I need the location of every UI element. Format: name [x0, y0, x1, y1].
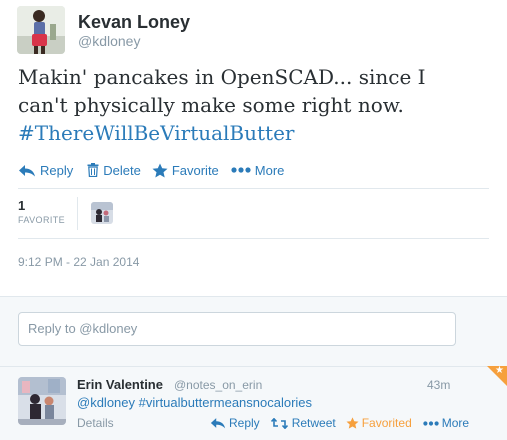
favorite-count[interactable]: 1	[18, 198, 25, 213]
retweet-label: Retweet	[291, 416, 336, 430]
author-handle[interactable]: @kdloney	[78, 33, 140, 49]
favorited-label: Favorited	[361, 416, 412, 430]
favorited-corner-star-icon: ★	[495, 365, 504, 376]
more-button[interactable]: More	[231, 162, 285, 178]
reply-input[interactable]: Reply to @kdloney	[18, 312, 456, 346]
reply-tweet-actions: Reply Retweet Favorited More	[210, 415, 469, 431]
reply-tweet-reply-button[interactable]: Reply	[210, 416, 260, 430]
reply-author-name[interactable]: Erin Valentine	[77, 377, 163, 392]
reply-author-handle[interactable]: @notes_on_erin	[174, 378, 262, 392]
more-dots-icon	[423, 420, 439, 426]
author-avatar[interactable]	[17, 6, 65, 54]
reply-icon	[210, 418, 226, 429]
reply-text[interactable]: @kdloney #virtualbuttermeansnocalories	[77, 395, 312, 410]
more-dots-icon	[231, 167, 251, 173]
tweet-hashtag-link[interactable]: #ThereWillBeVirtualButter	[18, 119, 498, 147]
tweet-text-line-2: can't physically make some right now.	[18, 93, 404, 117]
delete-label: Delete	[103, 162, 141, 178]
reply-details-link[interactable]: Details	[77, 416, 114, 430]
star-icon	[346, 417, 359, 429]
reply-label: Reply	[40, 162, 74, 178]
reply-icon	[19, 164, 35, 176]
author-name[interactable]: Kevan Loney	[78, 12, 190, 33]
reply-tweet-more-label: More	[441, 416, 470, 430]
tweet-timestamp[interactable]: 9:12 PM - 22 Jan 2014	[18, 255, 139, 269]
favorited-button[interactable]: Favorited	[346, 416, 412, 430]
favorite-button[interactable]: Favorite	[152, 163, 219, 178]
reply-tweet-more-button[interactable]: More	[423, 416, 469, 430]
reply-tweet-reply-label: Reply	[229, 416, 260, 430]
tweet-actions: Reply Delete Favorite More	[18, 161, 284, 179]
reply-button[interactable]: Reply	[18, 163, 73, 178]
delete-button[interactable]: Delete	[87, 163, 141, 178]
favoriter-avatar[interactable]	[91, 202, 113, 224]
reply-author-avatar[interactable]	[18, 377, 66, 425]
stats-divider-bottom	[18, 238, 489, 239]
stats-vertical-divider	[77, 197, 78, 230]
tweet-text-line-1: Makin' pancakes in OpenSCAD... since I	[18, 65, 426, 89]
star-icon	[152, 163, 168, 177]
retweet-icon	[270, 417, 288, 429]
trash-icon	[87, 163, 99, 177]
favorite-count-label: FAVORITE	[18, 215, 66, 225]
reply-time[interactable]: 43m	[427, 378, 450, 392]
more-label: More	[254, 162, 285, 178]
favorite-label: Favorite	[171, 162, 219, 178]
tweet-text: Makin' pancakes in OpenSCAD... since I c…	[18, 63, 498, 147]
retweet-button[interactable]: Retweet	[270, 416, 336, 430]
stats-divider-top	[18, 188, 489, 189]
